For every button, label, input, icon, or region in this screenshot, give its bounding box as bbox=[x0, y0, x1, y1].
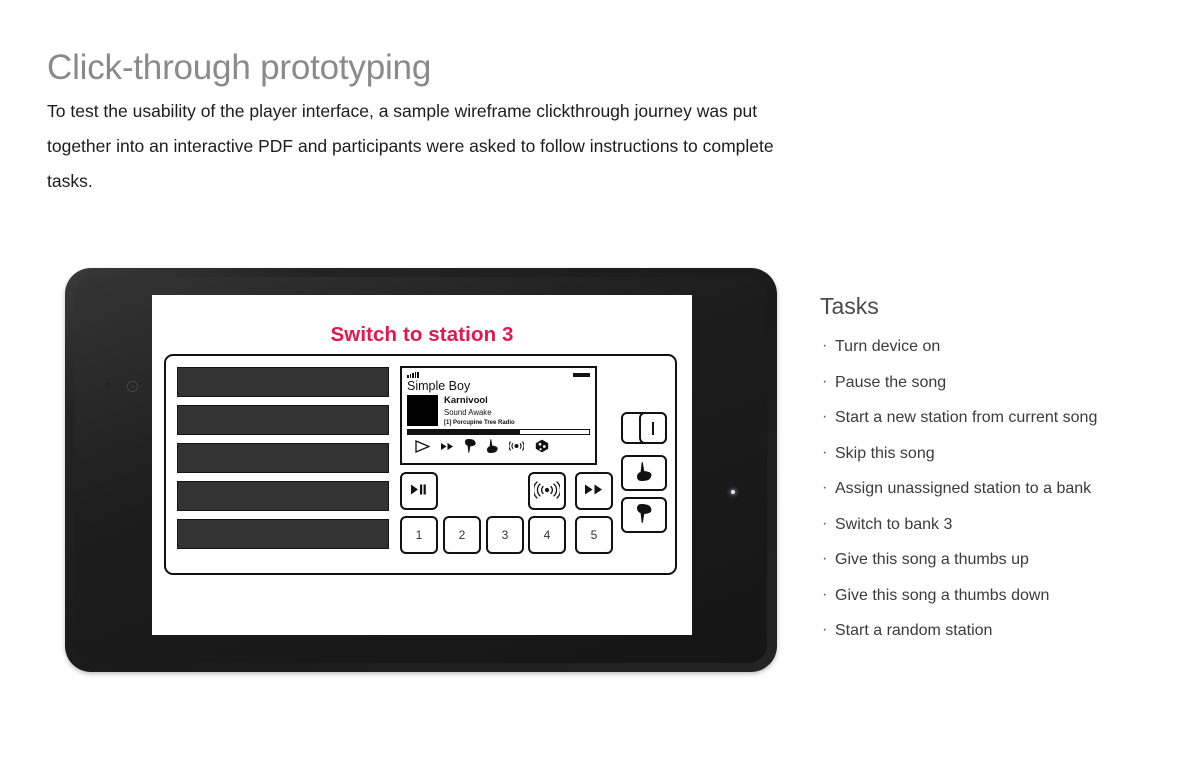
thumbs-up-icon[interactable] bbox=[487, 439, 498, 454]
power-toggle-knob bbox=[639, 412, 667, 444]
display-status-bar bbox=[402, 368, 595, 379]
display-track-block: Karnivool Sound Awake [1] Porcupine Tree… bbox=[402, 394, 595, 426]
task-item: Start a new station from current song bbox=[820, 399, 1170, 436]
skip-button[interactable] bbox=[575, 472, 613, 510]
new-station-button[interactable]: + bbox=[528, 472, 566, 510]
bank-button-2[interactable]: 2 bbox=[443, 516, 481, 554]
display-station-name: Simple Boy bbox=[407, 379, 471, 393]
station-list bbox=[177, 367, 389, 549]
thumbs-down-button[interactable] bbox=[621, 497, 667, 533]
task-item: Turn device on bbox=[820, 328, 1170, 365]
station-list-item[interactable] bbox=[177, 367, 389, 397]
front-camera-icon bbox=[127, 381, 138, 392]
task-item: Give this song a thumbs down bbox=[820, 577, 1170, 614]
station-list-item[interactable] bbox=[177, 519, 389, 549]
bank-button-label: 2 bbox=[458, 528, 466, 542]
battery-icon bbox=[573, 372, 590, 378]
task-item: Skip this song bbox=[820, 435, 1170, 472]
power-on-indicator-icon bbox=[651, 421, 655, 435]
bank-button-label: 5 bbox=[590, 528, 598, 542]
bank-button-label: 1 bbox=[415, 528, 423, 542]
album-art-thumbnail bbox=[407, 395, 438, 426]
skip-icon[interactable] bbox=[441, 442, 454, 451]
track-metadata: Karnivool Sound Awake [1] Porcupine Tree… bbox=[444, 395, 515, 427]
wireframe-player: Simple Boy Karnivool Sound Awake [1] Por… bbox=[164, 354, 677, 575]
thumbs-down-icon bbox=[636, 504, 652, 526]
playback-progress-fill bbox=[408, 430, 521, 435]
play-icon[interactable] bbox=[415, 439, 430, 453]
signal-bars-icon bbox=[407, 372, 419, 378]
prototype-instruction-heading: Switch to station 3 bbox=[330, 323, 514, 346]
track-source: [1] Porcupine Tree Radio bbox=[444, 420, 515, 427]
thumbs-up-icon bbox=[636, 462, 652, 484]
track-artist: Karnivool bbox=[444, 395, 488, 406]
intro-paragraph: To test the usability of the player inte… bbox=[47, 101, 774, 192]
thumbs-up-button[interactable] bbox=[621, 455, 667, 491]
page-header: Click-through prototyping To test the us… bbox=[47, 48, 807, 199]
skip-icon bbox=[585, 484, 603, 498]
bank-button-3[interactable]: 3 bbox=[486, 516, 524, 554]
bank-button-label: 4 bbox=[543, 528, 551, 542]
bank-button-4[interactable]: 4 bbox=[528, 516, 566, 554]
task-item: Pause the song bbox=[820, 364, 1170, 401]
power-toggle-switch[interactable] bbox=[621, 412, 667, 444]
status-led-indicator bbox=[731, 490, 735, 494]
station-list-item[interactable] bbox=[177, 405, 389, 435]
task-item: Give this song a thumbs up bbox=[820, 541, 1170, 578]
page-title: Click-through prototyping bbox=[47, 48, 432, 87]
ambient-sensor-icon bbox=[104, 382, 111, 389]
thumbs-down-icon[interactable] bbox=[465, 439, 476, 454]
task-item: Start a random station bbox=[820, 612, 1170, 649]
task-item: Assign unassigned station to a bank bbox=[820, 470, 1170, 507]
tasks-list: Turn device on Pause the song Start a ne… bbox=[820, 328, 1170, 649]
play-pause-icon bbox=[411, 484, 427, 498]
bank-button-label: 3 bbox=[501, 528, 509, 542]
bank-button-5[interactable]: 5 bbox=[575, 516, 613, 554]
play-pause-button[interactable] bbox=[400, 472, 438, 510]
station-list-item[interactable] bbox=[177, 443, 389, 473]
display-control-row bbox=[402, 435, 595, 454]
tablet-screen: Switch to station 3 Simple Boy Karnivool… bbox=[152, 295, 692, 635]
tablet-device: Switch to station 3 Simple Boy Karnivool… bbox=[65, 268, 777, 672]
tasks-panel: Tasks Turn device on Pause the song Star… bbox=[820, 293, 1170, 649]
random-station-icon[interactable] bbox=[535, 439, 549, 453]
tasks-title: Tasks bbox=[820, 293, 879, 319]
new-station-icon[interactable] bbox=[509, 441, 524, 452]
now-playing-display: Simple Boy Karnivool Sound Awake [1] Por… bbox=[400, 366, 597, 465]
new-station-icon: + bbox=[532, 480, 562, 502]
station-list-item[interactable] bbox=[177, 481, 389, 511]
task-item: Switch to bank 3 bbox=[820, 506, 1170, 543]
bank-button-1[interactable]: 1 bbox=[400, 516, 438, 554]
track-album: Sound Awake bbox=[444, 407, 492, 417]
